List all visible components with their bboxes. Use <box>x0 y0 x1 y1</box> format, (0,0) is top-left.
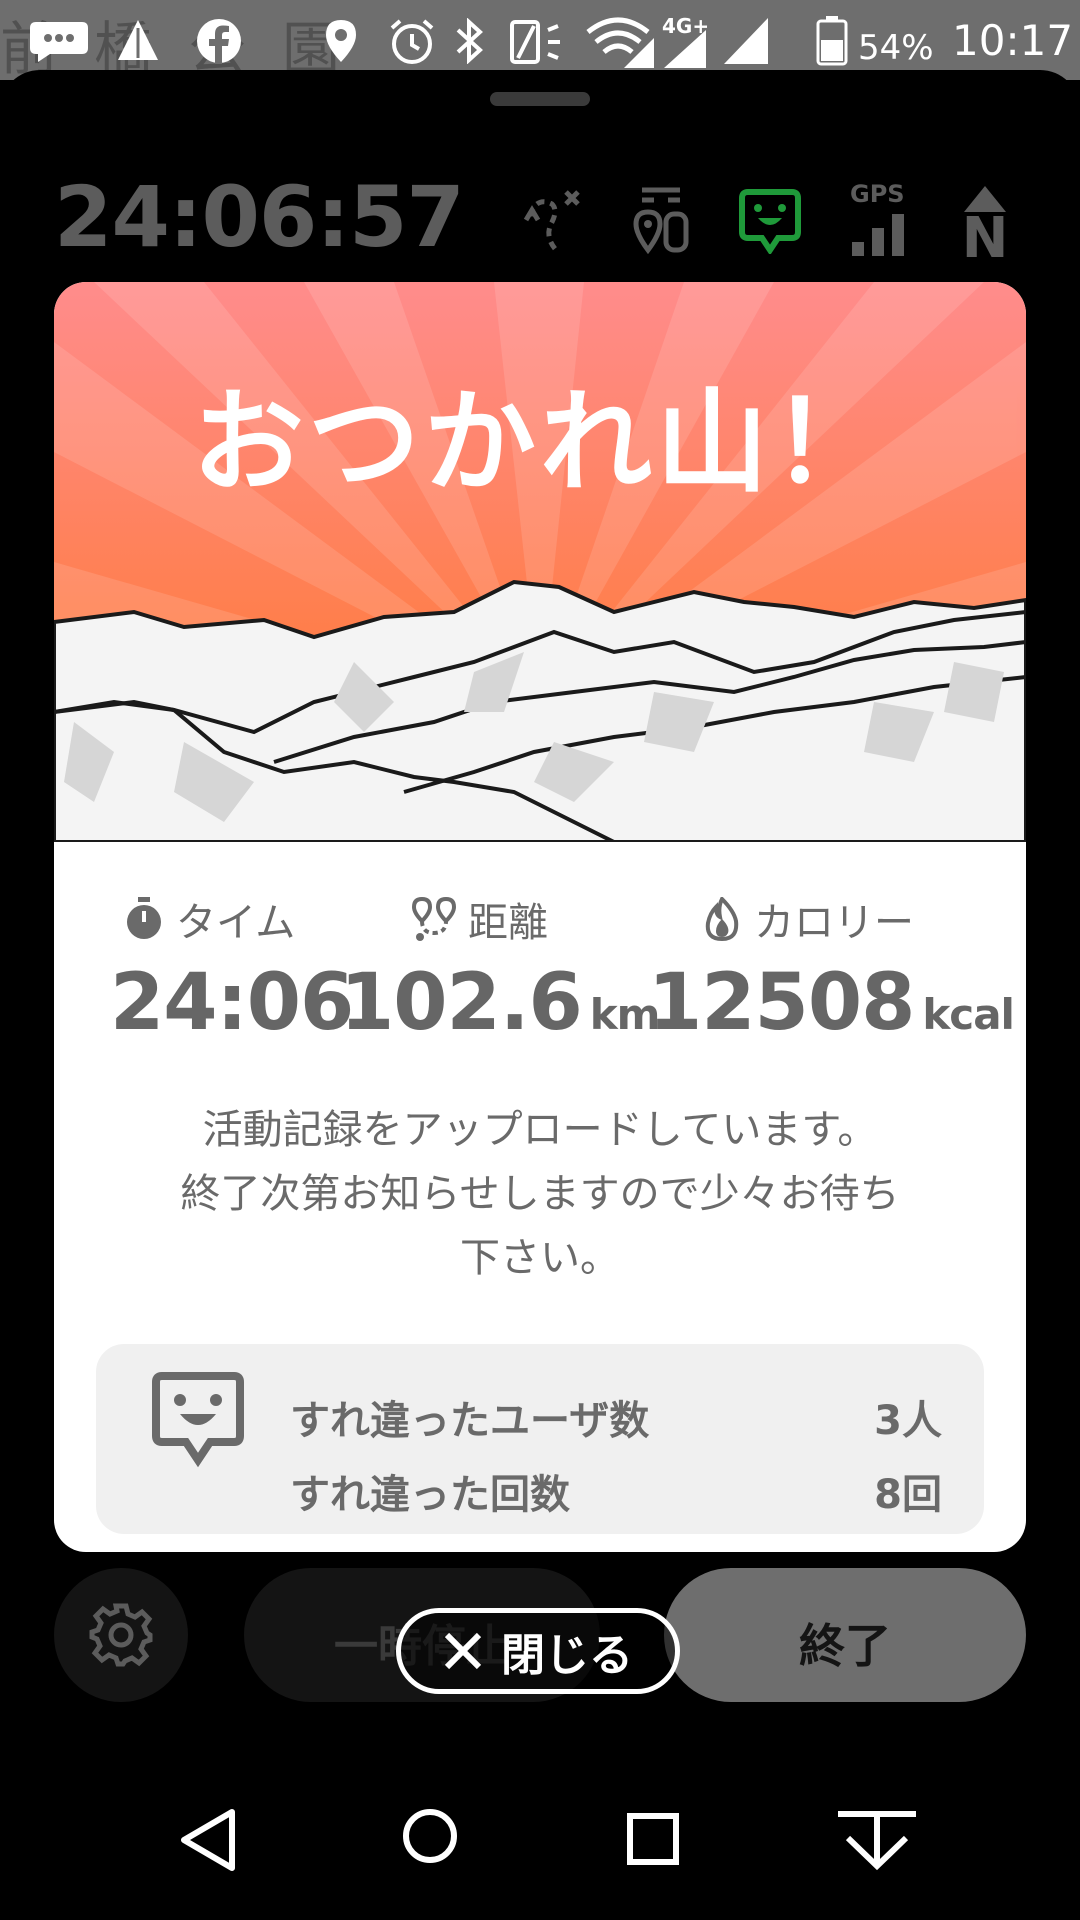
route-icon <box>412 897 456 941</box>
hide-icon[interactable] <box>834 1808 920 1872</box>
encounter-icon <box>152 1372 244 1468</box>
drag-handle[interactable] <box>490 92 590 106</box>
message-line: 終了次第お知らせしますので少々お待ち <box>180 1171 900 1217</box>
signal-icon <box>724 18 768 64</box>
stopwatch-icon <box>127 897 161 939</box>
encounter-count-label: すれ違った回数 <box>290 1472 570 1518</box>
encounter-users-label: すれ違ったユーザ数 <box>290 1398 650 1444</box>
wifi-icon <box>586 17 654 68</box>
messages-icon <box>30 22 88 62</box>
gps-signal-icon[interactable] <box>850 210 908 256</box>
end-button-label: 終了 <box>799 1619 891 1673</box>
recents-icon[interactable] <box>626 1812 680 1866</box>
close-icon <box>444 1632 482 1670</box>
stat-label-text: タイム <box>176 900 296 946</box>
stat-value-number: 12508 <box>648 958 915 1048</box>
stat-label-text: カロリー <box>754 900 914 946</box>
compass-north-label: N <box>961 206 1009 271</box>
home-icon[interactable] <box>402 1808 458 1864</box>
stat-unit: kcal <box>922 990 1015 1039</box>
alert-icon <box>118 20 158 60</box>
message-line: 下さい。 <box>460 1235 620 1281</box>
stat-time-label: タイム <box>124 890 295 948</box>
bluetooth-icon <box>456 18 483 64</box>
stat-time-value: 24:06 <box>110 958 354 1048</box>
modal-title: おつかれ山！ <box>192 378 888 508</box>
status-bar: 前橋公園 4G+ 54% 10:17 <box>0 0 1080 80</box>
elapsed-timer: 24:06:57 <box>54 168 465 266</box>
upload-message: 活動記録をアップロードしています。 終了次第お知らせしますので少々お待ち 下さい… <box>110 1098 970 1290</box>
settings-button[interactable] <box>54 1568 188 1702</box>
stat-calorie-value: 12508 kcal <box>648 958 1015 1048</box>
checkpoint-icon[interactable] <box>630 186 692 254</box>
alarm-icon <box>390 19 434 64</box>
gear-icon <box>89 1603 153 1667</box>
flame-icon <box>705 897 739 941</box>
stat-value-number: 102.6 <box>340 958 583 1048</box>
close-button-label: 閉じる <box>501 1630 633 1681</box>
gps-label: GPS <box>850 180 905 208</box>
signal-icon <box>664 30 706 68</box>
status-clock: 10:17 <box>952 16 1074 65</box>
stat-label-text: 距離 <box>468 900 548 946</box>
stat-distance-value: 102.6 km <box>340 958 660 1048</box>
facebook-icon <box>197 19 241 64</box>
encounter-count-value: 8回 <box>874 1472 942 1518</box>
vibrate-icon <box>510 20 560 64</box>
stat-calorie-label: カロリー <box>702 890 914 948</box>
battery-percent: 54% <box>858 28 934 68</box>
back-icon[interactable] <box>178 1808 238 1872</box>
route-off-icon[interactable] <box>522 186 584 256</box>
encounter-icon[interactable] <box>738 188 802 254</box>
stat-value-number: 24:06 <box>110 958 354 1048</box>
stat-distance-label: 距離 <box>412 890 548 948</box>
battery-icon <box>816 16 848 66</box>
encounter-users-value: 3人 <box>874 1398 942 1444</box>
message-line: 活動記録をアップロードしています。 <box>202 1107 878 1153</box>
location-icon <box>326 20 356 62</box>
close-button[interactable]: 閉じる <box>396 1608 680 1694</box>
